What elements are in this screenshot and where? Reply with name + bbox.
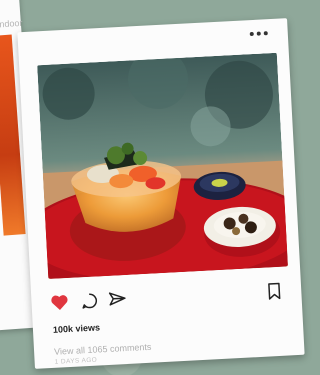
send-icon[interactable] [107, 289, 130, 312]
post-timestamp: 1 DAYS AGO [54, 356, 98, 366]
bookmark-icon[interactable] [265, 281, 288, 304]
view-count: 100k views [52, 322, 101, 335]
post-actions [49, 281, 288, 315]
background-card-text: findoor [0, 17, 23, 30]
view-comments-link[interactable]: View all 1065 comments [54, 342, 152, 357]
heart-icon[interactable] [49, 292, 72, 315]
comment-icon[interactable] [79, 290, 102, 313]
post-card: 100k views View all 1065 comments 1 DAYS… [17, 18, 305, 369]
more-options-icon[interactable] [249, 31, 268, 37]
post-photo[interactable] [37, 52, 288, 280]
